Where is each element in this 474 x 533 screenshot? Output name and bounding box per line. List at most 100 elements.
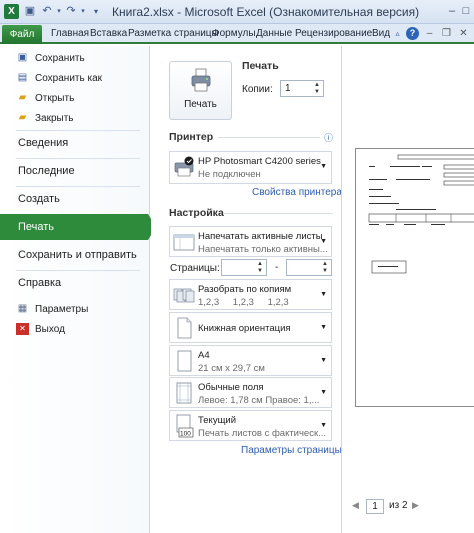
chevron-up-icon[interactable]: ▵	[391, 27, 404, 40]
collate-set: 1,2,3	[232, 297, 254, 308]
close-doc-icon[interactable]: ✕	[457, 27, 470, 40]
nav-new[interactable]: Создать	[0, 186, 150, 212]
chevron-down-icon[interactable]: ▼	[314, 89, 322, 96]
tab-data[interactable]: Данные	[256, 28, 292, 39]
save-icon: ▣	[17, 52, 28, 63]
chevron-down-icon: ▼	[320, 324, 327, 331]
chevron-up-icon[interactable]: ▲	[314, 82, 322, 89]
copies-value: 1	[285, 83, 291, 94]
nav-recent[interactable]: Последние	[0, 158, 150, 184]
open-folder-icon: ▰	[18, 92, 27, 103]
restore-doc-icon[interactable]: ❐	[440, 27, 453, 40]
tab-file[interactable]: Файл	[2, 25, 42, 44]
paper-size-dropdown[interactable]: A4 21 см x 29,7 см ▼	[169, 345, 332, 376]
minimize-doc-icon[interactable]: –	[423, 27, 436, 40]
margins-subtitle: Левое: 1,78 см Правое: 1,...	[198, 395, 320, 406]
pages-from-stepper[interactable]: ▲ ▼	[221, 259, 267, 276]
save-icon[interactable]: ▣	[23, 5, 37, 18]
nav-help[interactable]: Справка	[0, 270, 150, 296]
pages-range-dash: -	[275, 262, 279, 273]
pages-to-stepper[interactable]: ▲ ▼	[286, 259, 332, 276]
preview-page-content	[368, 154, 474, 274]
chevron-down-icon: ▼	[320, 163, 327, 170]
preview-page[interactable]	[355, 148, 474, 407]
exit-icon: ✕	[16, 323, 29, 335]
nav-print[interactable]: Печать	[0, 214, 156, 240]
chevron-up-icon[interactable]: ▲	[322, 261, 330, 268]
collate-dropdown[interactable]: Разобрать по копиям 1,2,3 1,2,3 1,2,3 ▼	[169, 279, 332, 310]
customize-toolbar-icon[interactable]: ▾	[89, 5, 103, 18]
copies-stepper[interactable]: 1 ▲ ▼	[280, 80, 324, 97]
svg-text:100: 100	[180, 431, 191, 438]
info-icon[interactable]: ⓘ	[324, 131, 333, 144]
nav-save-as-label: Сохранить как	[35, 72, 103, 84]
current-page-input[interactable]: 1	[366, 499, 384, 514]
nav-save-as[interactable]: ▤ Сохранить как	[16, 70, 102, 86]
nav-close[interactable]: ▰ Закрыть	[16, 110, 74, 126]
section-divider	[218, 137, 320, 138]
save-as-icon: ▤	[17, 72, 28, 83]
nav-info[interactable]: Сведения	[0, 130, 150, 156]
chevron-down-icon[interactable]: ▼	[322, 268, 330, 275]
nav-open-label: Открыть	[35, 92, 75, 104]
printer-icon	[174, 156, 194, 177]
nav-exit[interactable]: ✕ Выход	[16, 321, 65, 337]
tab-home[interactable]: Главная	[51, 28, 89, 39]
chevron-right-icon[interactable]: ▶	[412, 500, 419, 511]
copies-label: Копии:	[242, 84, 273, 95]
collate-title: Разобрать по копиям	[198, 284, 292, 295]
print-scope-title: Напечатать активные листы	[198, 231, 323, 242]
scaling-icon: 100	[176, 414, 194, 438]
tab-page-layout[interactable]: Разметка страницы	[128, 28, 219, 39]
print-scope-subtitle: Напечатать только активны...	[198, 244, 328, 255]
orientation-title: Книжная ориентация	[198, 323, 291, 334]
scaling-subtitle: Печать листов с фактическ...	[198, 428, 327, 439]
active-sheets-icon	[173, 234, 195, 251]
help-icon[interactable]: ?	[406, 27, 419, 40]
nav-open[interactable]: ▰ Открыть	[16, 90, 75, 106]
redo-dropdown-icon[interactable]: ▾	[76, 5, 90, 18]
page-setup-link[interactable]: Параметры страницы	[241, 445, 342, 456]
nav-exit-label: Выход	[35, 323, 65, 335]
chevron-up-icon[interactable]: ▲	[257, 261, 265, 268]
tab-view[interactable]: Вид	[372, 28, 390, 39]
nav-close-label: Закрыть	[35, 112, 74, 124]
chevron-down-icon: ▼	[320, 357, 327, 364]
excel-app-icon[interactable]: X	[4, 4, 19, 19]
margins-dropdown[interactable]: Обычные поля Левое: 1,78 см Правое: 1,..…	[169, 377, 332, 408]
paper-size-subtitle: 21 см x 29,7 см	[198, 363, 265, 374]
maximize-icon[interactable]: □	[458, 2, 474, 20]
section-divider	[223, 213, 333, 214]
printer-dropdown[interactable]: HP Photosmart C4200 series Не подключен …	[169, 151, 332, 184]
chevron-left-icon[interactable]: ◀	[352, 500, 359, 511]
preview-page-navigator: ◀ 1 из 2 ▶	[342, 496, 474, 516]
tab-formulas[interactable]: Формулы	[212, 28, 256, 39]
nav-save[interactable]: ▣ Сохранить	[16, 50, 85, 66]
chevron-down-icon[interactable]: ▼	[257, 268, 265, 275]
tab-insert[interactable]: Вставка	[90, 28, 127, 39]
printer-icon	[191, 68, 211, 92]
nav-options[interactable]: ▦ Параметры	[16, 301, 89, 317]
ribbon-tab-bar: Файл Главная Вставка Разметка страницы Ф…	[0, 24, 474, 44]
printer-name: HP Photosmart C4200 series	[198, 156, 321, 167]
collate-set: 1,2,3	[267, 297, 289, 308]
options-icon: ▦	[17, 303, 28, 314]
nav-save-send[interactable]: Сохранить и отправить	[0, 242, 150, 268]
window-title: Книга2.xlsx - Microsoft Excel (Ознакомит…	[112, 5, 420, 19]
nav-save-label: Сохранить	[35, 52, 85, 64]
collate-icon	[173, 288, 195, 303]
print-button[interactable]: Печать	[169, 61, 232, 120]
tab-review[interactable]: Рецензирование	[295, 28, 372, 39]
print-heading: Печать	[242, 60, 279, 72]
title-bar: X ▣ ↶ ▾ ↷ ▾ ▾ Книга2.xlsx - Microsoft Ex…	[0, 0, 474, 24]
print-button-label: Печать	[184, 99, 217, 110]
printer-properties-link[interactable]: Свойства принтера	[252, 187, 342, 198]
nav-options-label: Параметры	[35, 303, 89, 315]
chevron-down-icon: ▼	[320, 238, 327, 245]
scaling-dropdown[interactable]: 100 Текущий Печать листов с фактическ...…	[169, 410, 332, 441]
paper-size-icon	[177, 350, 192, 372]
collate-pattern: 1,2,3 1,2,3 1,2,3	[198, 297, 300, 308]
printer-status: Не подключен	[198, 169, 261, 180]
print-scope-dropdown[interactable]: Напечатать активные листы Напечатать тол…	[169, 226, 332, 257]
orientation-dropdown[interactable]: Книжная ориентация ▼	[169, 312, 332, 343]
